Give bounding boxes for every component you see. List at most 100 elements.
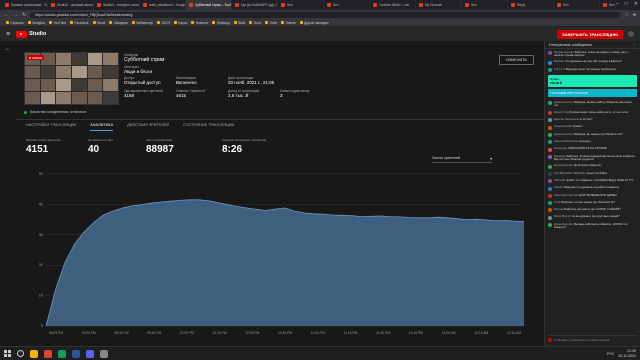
search-icon[interactable] [17, 350, 24, 357]
word-icon[interactable] [72, 349, 80, 358]
tab-analytics[interactable]: АНАЛИТИКА [90, 123, 114, 131]
avatar[interactable] [628, 31, 634, 37]
chat-message[interactable]: L E S I AВедущая хочет на границу пробра… [545, 66, 640, 73]
browser-tab[interactable]: Sen [324, 0, 370, 10]
bookmark-item[interactable]: Gmail [93, 21, 105, 25]
bookmark-item[interactable]: Docs [249, 21, 261, 25]
bookmark-item[interactable]: Instagram [109, 21, 128, 25]
tab-title: Прямые трансляции - YouTube [11, 3, 48, 7]
tab-favicon-icon [327, 3, 331, 7]
browser-tab[interactable]: Reply [508, 0, 554, 10]
lang-indicator[interactable]: РУС [607, 352, 614, 356]
chat-message[interactable]: Кирилл VlgРусские видят лишь войну за то… [545, 109, 640, 116]
browser-tab[interactable]: audit_dashboard - Google Taбл [140, 0, 186, 10]
profile-icon[interactable]: ● [633, 12, 636, 18]
bookmark-item[interactable]: Карты [174, 21, 187, 25]
chat-mode-label[interactable]: Интересные сообщения [549, 43, 592, 47]
chat-message[interactable]: ТиляБабушка, что вы знаете про Windows 1… [545, 199, 640, 206]
browser-tab[interactable]: StudioX - интернет-каталог [94, 0, 140, 10]
bookmark-item[interactable]: Вебмастер [132, 21, 153, 25]
bookmark-item[interactable]: Analytics [28, 21, 45, 25]
bookmark-item[interactable]: Facebook [70, 21, 89, 25]
bookmark-item[interactable]: Sheets [281, 21, 296, 25]
tab-title: StudioX - интернет-каталог [103, 3, 140, 7]
chat-message[interactable]: ЭльмираБабушка, богатых народов как бы н… [545, 153, 640, 163]
tab-title: Sen [563, 3, 569, 7]
chat-message[interactable]: РусланБабушка, вы знаете про СОРОК с СИН… [545, 207, 640, 214]
bookmark-item[interactable]: YouTube [49, 21, 66, 25]
chat-message[interactable]: Маслов Иисусова че за чел? [545, 117, 640, 124]
stat-chat-activity: Активность в чате 40 [88, 138, 126, 155]
bookmark-item[interactable]: СКОЛ [157, 21, 170, 25]
y-tick-label: 3K [39, 233, 44, 237]
chat-author: Маслов Иисусов [554, 117, 576, 122]
back-icon[interactable]: ← [4, 12, 9, 18]
browser-tab[interactable]: Sen [278, 0, 324, 10]
maximize-icon[interactable]: □ [625, 1, 628, 7]
browser-tab[interactable]: Youtube Studio - Live [370, 0, 416, 10]
chrome-icon[interactable] [44, 349, 52, 358]
star-icon[interactable]: ☆ [624, 12, 628, 18]
tab-favicon-icon [189, 3, 193, 7]
chat-message[interactable]: Дочка КороткоБабушка, вы знаете про Rain… [545, 131, 640, 138]
forward-icon[interactable]: → [13, 12, 18, 18]
avatar [548, 193, 552, 198]
file-explorer-icon[interactable] [30, 349, 38, 358]
bookmark-item[interactable]: Другие закладки [300, 21, 328, 25]
youtube-logo-icon[interactable] [16, 30, 28, 38]
chat-message[interactable]: ЧингисБабушка что думаешь по работе в Ев… [545, 185, 640, 192]
revenue-value: 2,6 тыс. ₽ [228, 93, 249, 98]
browser-tab[interactable]: Sen [462, 0, 508, 10]
chat-message[interactable]: РыжулькаПОЕХАЛИ БГ1Э НА СТРИМЕ [545, 146, 640, 153]
stream-preview[interactable]: В ЭФИРЕ [24, 52, 119, 105]
chat-message[interactable]: МихаилЧто думаешь на счёт НЕ поездку в Е… [545, 59, 640, 66]
discord-icon[interactable] [86, 349, 94, 358]
tab-settings[interactable]: НАСТРОЙКИ ТРАНСЛЯЦИИ [26, 123, 76, 131]
tab-favicon-icon [557, 3, 561, 7]
menu-icon[interactable]: ≡ [6, 31, 10, 38]
browser-tab[interactable]: Прямые трансляции - YouTube [2, 0, 48, 10]
tab-stream-health[interactable]: СОСТОЯНИЕ ТРАНСЛЯЦИИ [183, 123, 234, 131]
chat-message[interactable]: Дочка КороткоДо встречи в Европе! [545, 163, 640, 170]
more-icon[interactable]: ⋮ [632, 42, 636, 47]
end-stream-button[interactable]: ЗАВЕРШИТЬ ТРАНСЛЯЦИЮ [557, 29, 623, 39]
reload-icon[interactable]: ↻ [22, 12, 26, 18]
tab-favicon-icon [51, 3, 55, 7]
edit-button[interactable]: ИЗМЕНИТЬ [499, 55, 534, 65]
chat-message[interactable]: VOLLANпривет что скажешь о СтрэйБрэ Виру… [545, 177, 640, 184]
browser-tab[interactable]: StudioX - женский канал (Коне [48, 0, 94, 10]
chat-author: Михаил [554, 59, 565, 64]
browser-tab[interactable]: Субботний стрим – YouTube [186, 0, 232, 10]
chat-message[interactable]: Мила МерА что вы думаете про грустных лю… [545, 214, 640, 221]
minimize-icon[interactable]: – [616, 1, 619, 7]
sheets-icon[interactable] [58, 349, 66, 358]
bookmark-item[interactable]: Сервисы [6, 21, 24, 25]
browser-tab[interactable]: Sen [554, 0, 600, 10]
settings-icon[interactable] [100, 349, 108, 358]
close-icon[interactable]: ✕ [634, 1, 638, 7]
browser-tab[interactable]: My Channel [416, 0, 462, 10]
chat-message[interactable]: The BALOKEY SPECIALпошли на бойка [545, 170, 640, 177]
tab-viewer-actions[interactable]: ДЕЙСТВИЯ ЗРИТЕЛЕЙ [127, 123, 169, 131]
url-field[interactable]: https://studio.youtube.com/video/_TBjQIx… [30, 11, 621, 18]
browser-tab[interactable]: Где Дж ScAMAPI? (ygl_CMSSTS-C [232, 0, 278, 10]
superchat[interactable]: Ирина 100,00 ₽ [548, 75, 637, 88]
chat-message[interactable]: Оксана ЧернаяБабушка, очень интересно, т… [545, 49, 640, 59]
back-arrow-icon[interactable]: ← [5, 46, 11, 52]
stat-value: 88987 [146, 144, 174, 155]
chat-input[interactable]: Отправить сообщение от имени канала [548, 335, 638, 343]
bookmark-item[interactable]: Перевод [212, 21, 230, 25]
chat-message[interactable]: Дочка КороткоВы ведь работаете в Европе,… [545, 221, 640, 231]
bookmark-item[interactable]: Новости [191, 21, 208, 25]
chat-message[interactable]: Анастасия ОрловаДОЛ! БОЛЬШЕ МУЖ ДИЛЕН [545, 192, 640, 199]
avatar [548, 140, 552, 145]
bookmark-item[interactable]: Stats [234, 21, 245, 25]
metric-dropdown[interactable]: Число зрителей ▾ [432, 156, 492, 163]
chat-message[interactable]: Анатолий Борисовмолодец [545, 138, 640, 145]
chat-message[interactable]: Ольга РоговаПривет! [545, 124, 640, 131]
clock[interactable]: 21:40 20.11.2021 [618, 349, 636, 357]
windows-start-icon[interactable] [4, 350, 11, 357]
chat-message[interactable]: Дочка КороткоБабушка, делать работу в Ев… [545, 99, 640, 109]
bookmark-item[interactable]: Drive [265, 21, 277, 25]
likes-value: 4615 [176, 93, 187, 98]
